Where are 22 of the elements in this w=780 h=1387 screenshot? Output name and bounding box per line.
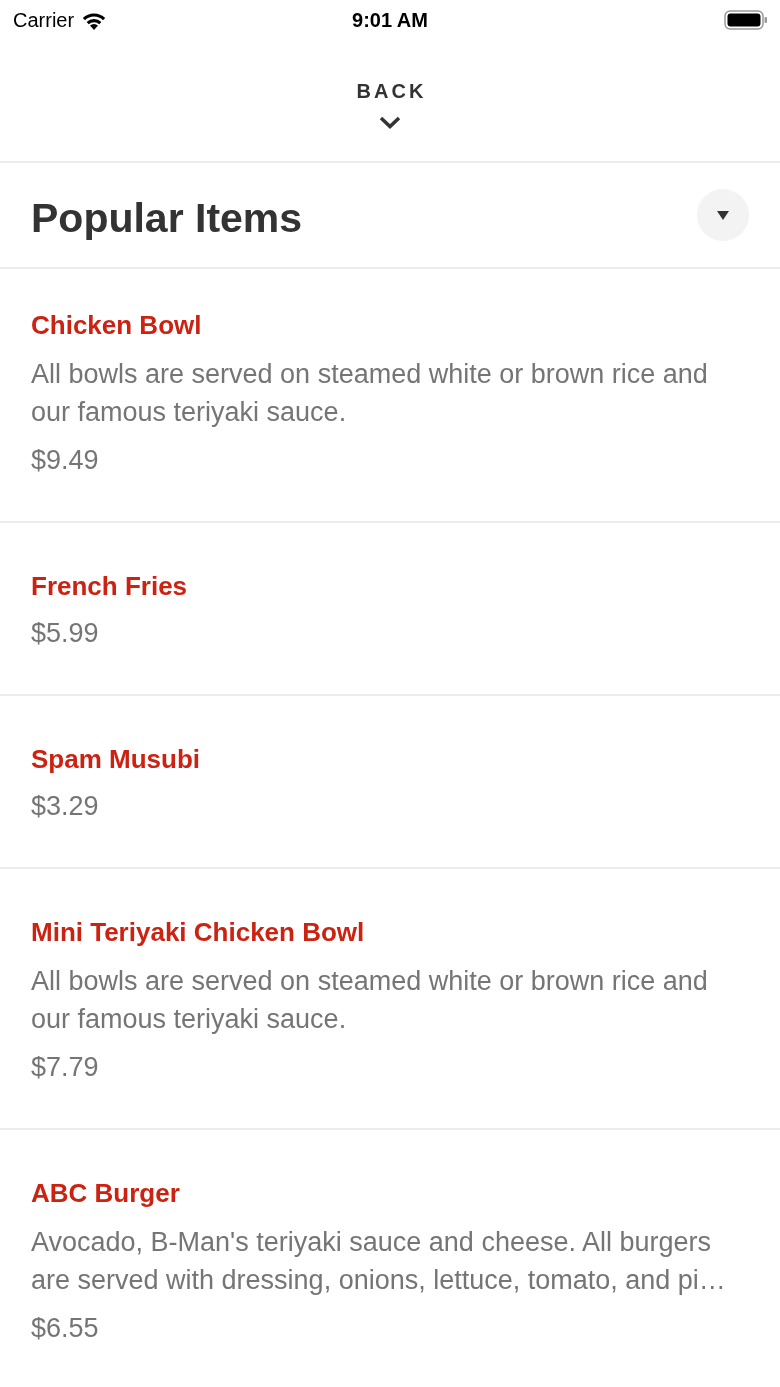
item-description: Avocado, B-Man's teriyaki sauce and cheese. All burgers are served with dressing, onions, lettuce, tomato, and pi…	[31, 1226, 727, 1297]
item-name[interactable]: Chicken Bowl	[31, 309, 749, 341]
item-description: All bowls are served on steamed white or brown rice and our famous teriyaki sauce.	[31, 358, 709, 429]
item-price: $3.29	[31, 790, 100, 823]
caret-down-icon	[717, 210, 729, 220]
item-name[interactable]: French Fries	[31, 570, 749, 602]
chevron-down-icon	[379, 116, 401, 129]
battery-icon	[724, 10, 768, 30]
carrier-label: Carrier	[13, 8, 75, 32]
item-name[interactable]: ABC Burger	[31, 1177, 749, 1209]
item-description: All bowls are served on steamed white or brown rice and our famous teriyaki sauce.	[31, 965, 709, 1036]
wifi-icon	[81, 10, 108, 30]
item-name[interactable]: Spam Musubi	[31, 743, 749, 775]
item-price: $7.79	[31, 1051, 100, 1084]
dropdown-button[interactable]	[697, 189, 749, 241]
item-price: $9.49	[31, 444, 100, 477]
section-title: Popular Items	[31, 194, 303, 242]
item-price: $5.99	[31, 617, 100, 650]
item-name[interactable]: Mini Teriyaki Chicken Bowl	[31, 916, 749, 948]
back-button[interactable]: BACK	[353, 78, 427, 129]
item-price: $6.55	[31, 1312, 100, 1345]
status-time: 9:01 AM	[352, 8, 428, 32]
